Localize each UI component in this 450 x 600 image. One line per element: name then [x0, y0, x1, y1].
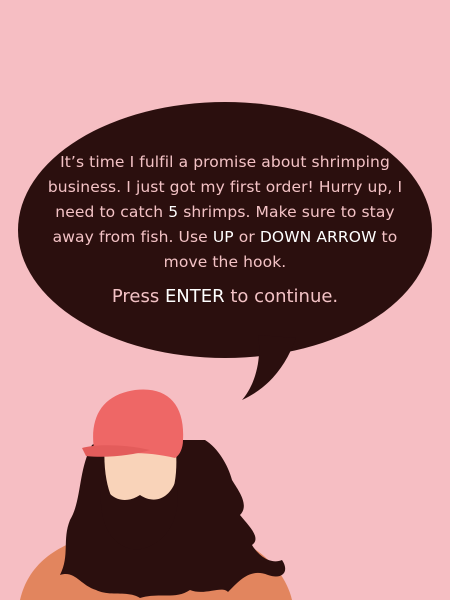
- down-key-label: DOWN ARROW: [259, 228, 377, 246]
- dialogue-part-3: or: [233, 228, 260, 246]
- prompt-after: to continue.: [224, 286, 339, 307]
- dialogue-text: It’s time I fulfil a promise about shrim…: [40, 150, 410, 275]
- up-key-label: UP: [212, 228, 234, 246]
- continue-prompt[interactable]: Press ENTER to continue.: [40, 286, 410, 307]
- shrimp-count: 5: [168, 203, 179, 221]
- enter-key-label: ENTER: [164, 286, 225, 307]
- prompt-before: Press: [111, 286, 165, 307]
